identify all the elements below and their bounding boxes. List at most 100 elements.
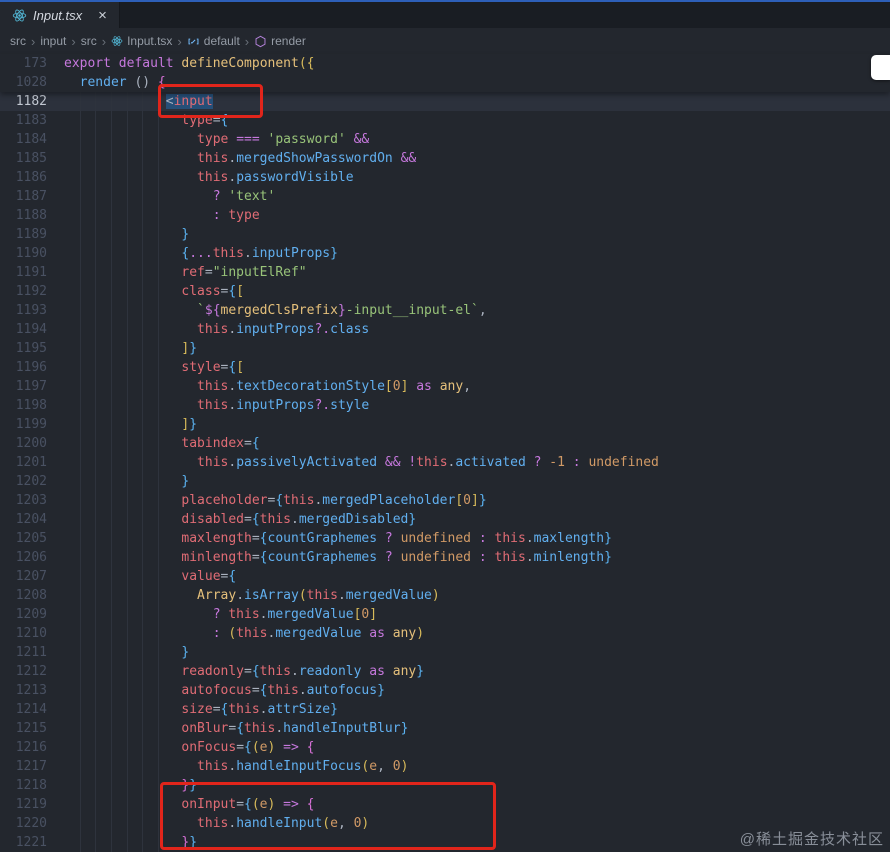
code-line-1219[interactable]: 1219 onInput={(e) => { (0, 795, 890, 814)
line-content: : (this.mergedValue as any) (64, 624, 890, 643)
breadcrumb-item-src[interactable]: src (10, 34, 26, 48)
line-number[interactable]: 1210 (0, 624, 64, 643)
code-line-1202[interactable]: 1202} (0, 472, 890, 491)
line-number[interactable]: 1204 (0, 510, 64, 529)
line-number[interactable]: 1214 (0, 700, 64, 719)
code-line-1191[interactable]: 1191 ref="inputElRef" (0, 263, 890, 282)
line-number[interactable]: 1199 (0, 415, 64, 434)
line-number[interactable]: 1221 (0, 833, 64, 852)
breadcrumb-item-input-tsx[interactable]: Input.tsx (111, 34, 172, 48)
close-icon[interactable]: × (98, 8, 107, 23)
code-line-1217[interactable]: 1217 this.handleInputFocus(e, 0) (0, 757, 890, 776)
code-line-1206[interactable]: 1206 minlength={countGraphemes ? undefine… (0, 548, 890, 567)
line-number[interactable]: 1190 (0, 244, 64, 263)
sticky-line-173[interactable]: 173 export default defineComponent({ (0, 54, 890, 73)
code-line-1205[interactable]: 1205 maxlength={countGraphemes ? undefine… (0, 529, 890, 548)
code-line-1188[interactable]: 1188: type (0, 206, 890, 225)
line-number[interactable]: 1196 (0, 358, 64, 377)
tab-input-tsx[interactable]: Input.tsx × (0, 2, 120, 28)
code-line-1186[interactable]: 1186 this.passwordVisible (0, 168, 890, 187)
line-number[interactable]: 1189 (0, 225, 64, 244)
code-line-1207[interactable]: 1207 value={ (0, 567, 890, 586)
code-line-1199[interactable]: 1199]} (0, 415, 890, 434)
line-number[interactable]: 1187 (0, 187, 64, 206)
line-number[interactable]: 1208 (0, 586, 64, 605)
code-line-1215[interactable]: 1215 onBlur={this.handleInputBlur} (0, 719, 890, 738)
line-number[interactable]: 1192 (0, 282, 64, 301)
line-number[interactable]: 1197 (0, 377, 64, 396)
code-line-1190[interactable]: 1190 {...this.inputProps} (0, 244, 890, 263)
line-number[interactable]: 1207 (0, 567, 64, 586)
code-token: { (228, 284, 237, 299)
code-line-1189[interactable]: 1189} (0, 225, 890, 244)
breadcrumb-separator: › (244, 33, 250, 49)
line-number[interactable]: 1219 (0, 795, 64, 814)
code-line-1183[interactable]: 1183 type={ (0, 111, 890, 130)
breadcrumb-item-render[interactable]: render (254, 34, 306, 48)
line-number[interactable]: 1216 (0, 738, 64, 757)
code-line-1198[interactable]: 1198 this.inputProps?.style (0, 396, 890, 415)
code-line-1182[interactable]: 1182 <input (0, 92, 890, 111)
line-number[interactable]: 1191 (0, 263, 64, 282)
line-number[interactable]: 1186 (0, 168, 64, 187)
line-number[interactable]: 1184 (0, 130, 64, 149)
line-number[interactable]: 1215 (0, 719, 64, 738)
code-line-1208[interactable]: 1208 Array.isArray(this.mergedValue) (0, 586, 890, 605)
line-number[interactable]: 1209 (0, 605, 64, 624)
line-number[interactable]: 1203 (0, 491, 64, 510)
code-line-1200[interactable]: 1200 tabindex={ (0, 434, 890, 453)
line-number[interactable]: 1217 (0, 757, 64, 776)
code-line-1211[interactable]: 1211} (0, 643, 890, 662)
code-line-1194[interactable]: 1194 this.inputProps?.class (0, 320, 890, 339)
code-line-1193[interactable]: 1193 `${mergedClsPrefix}-input__input-el`… (0, 301, 890, 320)
code-line-1221[interactable]: 1221}} (0, 833, 890, 852)
line-number[interactable]: 1213 (0, 681, 64, 700)
code-token: ?. (314, 322, 331, 337)
code-line-1185[interactable]: 1185 this.mergedShowPasswordOn && (0, 149, 890, 168)
line-number[interactable]: 1205 (0, 529, 64, 548)
line-number[interactable]: 1212 (0, 662, 64, 681)
line-number[interactable]: 1198 (0, 396, 64, 415)
code-line-1197[interactable]: 1197 this.textDecorationStyle[0] as any, (0, 377, 890, 396)
line-number[interactable]: 1201 (0, 453, 64, 472)
line-number[interactable]: 1195 (0, 339, 64, 358)
code-line-1213[interactable]: 1213 autofocus={this.autofocus} (0, 681, 890, 700)
breadcrumb-item-input[interactable]: input (40, 34, 66, 48)
code-line-1195[interactable]: 1195]} (0, 339, 890, 358)
line-number[interactable]: 1182 (0, 92, 64, 111)
line-number[interactable]: 1194 (0, 320, 64, 339)
code-line-1203[interactable]: 1203 placeholder={this.mergedPlaceholder[… (0, 491, 890, 510)
breadcrumb-item-default[interactable]: default (187, 34, 240, 48)
code-line-1192[interactable]: 1192 class={[ (0, 282, 890, 301)
line-number[interactable]: 1185 (0, 149, 64, 168)
code-line-1214[interactable]: 1214 size={this.attrSize} (0, 700, 890, 719)
line-number[interactable]: 1206 (0, 548, 64, 567)
code-line-1201[interactable]: 1201 this.passivelyActivated && !this.act… (0, 453, 890, 472)
line-number[interactable]: 1218 (0, 776, 64, 795)
line-number[interactable]: 1183 (0, 111, 64, 130)
line-number[interactable]: 1200 (0, 434, 64, 453)
code-line-1220[interactable]: 1220 this.handleInput(e, 0) (0, 814, 890, 833)
scrollbar-thumb[interactable] (871, 55, 890, 80)
sticky-line-1028[interactable]: 1028 render () { (0, 73, 890, 92)
line-number[interactable]: 1211 (0, 643, 64, 662)
code-line-1218[interactable]: 1218}} (0, 776, 890, 795)
line-number[interactable]: 1188 (0, 206, 64, 225)
code-line-1196[interactable]: 1196 style={[ (0, 358, 890, 377)
code-token: placeholder (181, 493, 268, 508)
code-line-1209[interactable]: 1209? this.mergedValue[0] (0, 605, 890, 624)
code-line-1187[interactable]: 1187? 'text' (0, 187, 890, 206)
code-line-1212[interactable]: 1212 readonly={this.readonly as any} (0, 662, 890, 681)
code-line-1204[interactable]: 1204 disabled={this.mergedDisabled} (0, 510, 890, 529)
breadcrumb-item-src[interactable]: src (81, 34, 97, 48)
code-line-1210[interactable]: 1210: (this.mergedValue as any) (0, 624, 890, 643)
line-number[interactable]: 1220 (0, 814, 64, 833)
code-line-1216[interactable]: 1216 onFocus={(e) => { (0, 738, 890, 757)
line-number[interactable]: 173 (0, 54, 64, 73)
line-number[interactable]: 1202 (0, 472, 64, 491)
line-number[interactable]: 1028 (0, 73, 64, 92)
line-number[interactable]: 1193 (0, 301, 64, 320)
code-line-1184[interactable]: 1184 type === 'password' && (0, 130, 890, 149)
